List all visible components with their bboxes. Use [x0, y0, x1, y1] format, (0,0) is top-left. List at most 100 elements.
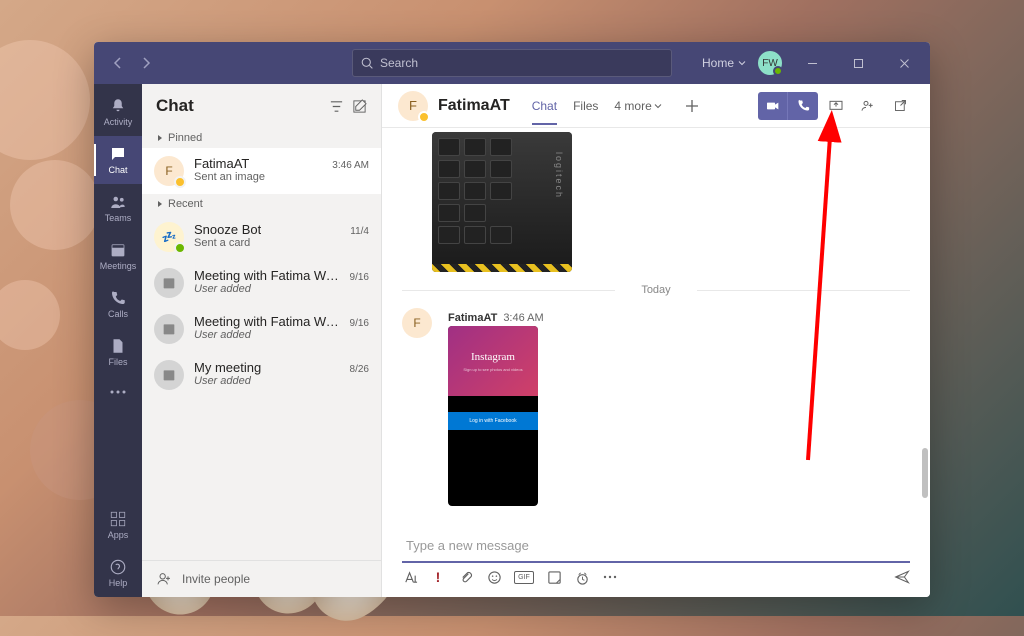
message-row: F FatimaAT3:46 AM InstagramSign up to se… [402, 308, 910, 514]
message-image-instagram[interactable]: InstagramSign up to see photos and video… [448, 326, 538, 506]
header-avatar: F [398, 91, 428, 121]
people-add-icon [860, 98, 876, 114]
more-icon [110, 390, 126, 394]
add-people-button[interactable] [854, 92, 882, 120]
bell-icon [109, 97, 127, 115]
help-icon [109, 558, 127, 576]
presence-available-icon [773, 66, 783, 76]
back-button[interactable] [106, 51, 130, 75]
send-button[interactable] [894, 569, 910, 585]
urgent-button[interactable]: ! [430, 569, 446, 585]
new-chat-icon[interactable] [352, 99, 367, 114]
rail-label: Meetings [100, 261, 137, 271]
rail-label: Files [108, 357, 127, 367]
video-icon [765, 98, 781, 114]
org-dropdown[interactable]: Home [702, 56, 746, 70]
search-icon [361, 57, 374, 70]
chat-content: F FatimaAT Chat Files 4 more [382, 84, 930, 597]
chat-item-mymeeting[interactable]: My meeting8/26 User added [142, 352, 381, 398]
more-compose-button[interactable] [602, 569, 618, 585]
message-image-keyboard[interactable]: logitech [432, 132, 572, 272]
chat-name: Snooze Bot [194, 222, 261, 237]
chat-time: 9/16 [350, 272, 369, 283]
rail-more[interactable] [94, 376, 142, 408]
search-placeholder: Search [380, 56, 418, 70]
chat-item-fatima[interactable]: F FatimaAT3:46 AM Sent an image [142, 148, 381, 194]
rail-calls[interactable]: Calls [94, 280, 142, 328]
emoji-button[interactable] [486, 569, 502, 585]
rail-label: Apps [108, 530, 129, 540]
chat-time: 9/16 [350, 318, 369, 329]
tab-files[interactable]: Files [573, 87, 598, 125]
chat-name: My meeting [194, 360, 261, 375]
caret-icon [156, 200, 164, 208]
attach-button[interactable] [458, 569, 474, 585]
rail-label: Chat [108, 165, 127, 175]
message-input[interactable] [406, 538, 906, 553]
format-button[interactable] [402, 569, 418, 585]
chat-time: 8/26 [350, 364, 369, 375]
calendar-icon [109, 241, 127, 259]
avatar: F [154, 156, 184, 186]
meeting-avatar-icon [154, 360, 184, 390]
pinned-section[interactable]: Pinned [142, 128, 381, 148]
chat-time: 3:46 AM [332, 160, 369, 171]
rail-files[interactable]: Files [94, 328, 142, 376]
message-list[interactable]: logitech Today F FatimaAT3:46 AM Instagr… [382, 128, 930, 521]
presence-away-icon [418, 111, 430, 123]
video-call-button[interactable] [758, 92, 788, 120]
close-button[interactable] [886, 49, 922, 77]
chat-item-snooze[interactable]: 💤 Snooze Bot11/4 Sent a card [142, 214, 381, 260]
chat-name: Meeting with Fatima Wahab [194, 314, 346, 329]
org-label: Home [702, 56, 734, 70]
filter-icon[interactable] [329, 99, 344, 114]
rail-label: Calls [108, 309, 128, 319]
invite-label: Invite people [182, 572, 250, 586]
phone-icon [796, 98, 811, 113]
instagram-logo: Instagram [471, 351, 515, 363]
chat-item-meeting1[interactable]: Meeting with Fatima Wahab9/16 User added [142, 260, 381, 306]
rail-teams[interactable]: Teams [94, 184, 142, 232]
date-divider: Today [402, 284, 910, 296]
apps-icon [109, 510, 127, 528]
invite-icon [156, 571, 172, 587]
rail-chat[interactable]: Chat [94, 136, 142, 184]
share-screen-button[interactable] [822, 92, 850, 120]
chat-item-meeting2[interactable]: Meeting with Fatima Wahab 9/16 User added [142, 306, 381, 352]
gif-button[interactable]: GIF [514, 571, 534, 584]
scrollbar[interactable] [922, 448, 928, 498]
chat-preview: Sent an image [194, 171, 369, 183]
maximize-button[interactable] [840, 49, 876, 77]
sticker-button[interactable] [546, 569, 562, 585]
invite-people-button[interactable]: Invite people [142, 560, 381, 597]
caret-icon [156, 134, 164, 142]
minimize-button[interactable] [794, 49, 830, 77]
recent-section[interactable]: Recent [142, 194, 381, 214]
rail-apps[interactable]: Apps [94, 501, 142, 549]
logitech-brand: logitech [554, 152, 564, 199]
chat-preview: Sent a card [194, 237, 369, 249]
tab-more[interactable]: 4 more [614, 87, 661, 125]
chat-time: 11/4 [350, 226, 369, 237]
schedule-button[interactable] [574, 569, 590, 585]
titlebar: Search Home FW [94, 42, 930, 84]
rail-meetings[interactable]: Meetings [94, 232, 142, 280]
search-input[interactable]: Search [352, 49, 672, 77]
tab-chat[interactable]: Chat [532, 87, 557, 125]
chat-icon [109, 145, 127, 163]
rail-label: Help [109, 578, 128, 588]
profile-avatar[interactable]: FW [756, 49, 784, 77]
forward-button[interactable] [134, 51, 158, 75]
chat-preview: User added [194, 329, 369, 341]
app-rail: Activity Chat Teams Meetings Calls Files [94, 84, 142, 597]
message-sender: FatimaAT [448, 312, 497, 324]
meeting-avatar-icon [154, 268, 184, 298]
rail-activity[interactable]: Activity [94, 88, 142, 136]
popout-button[interactable] [886, 92, 914, 120]
audio-call-button[interactable] [788, 92, 818, 120]
compose-area: ! GIF [382, 521, 930, 597]
teams-icon [109, 193, 127, 211]
rail-help[interactable]: Help [94, 549, 142, 597]
add-tab-button[interactable] [680, 94, 704, 118]
chat-name: Meeting with Fatima Wahab [194, 268, 346, 283]
